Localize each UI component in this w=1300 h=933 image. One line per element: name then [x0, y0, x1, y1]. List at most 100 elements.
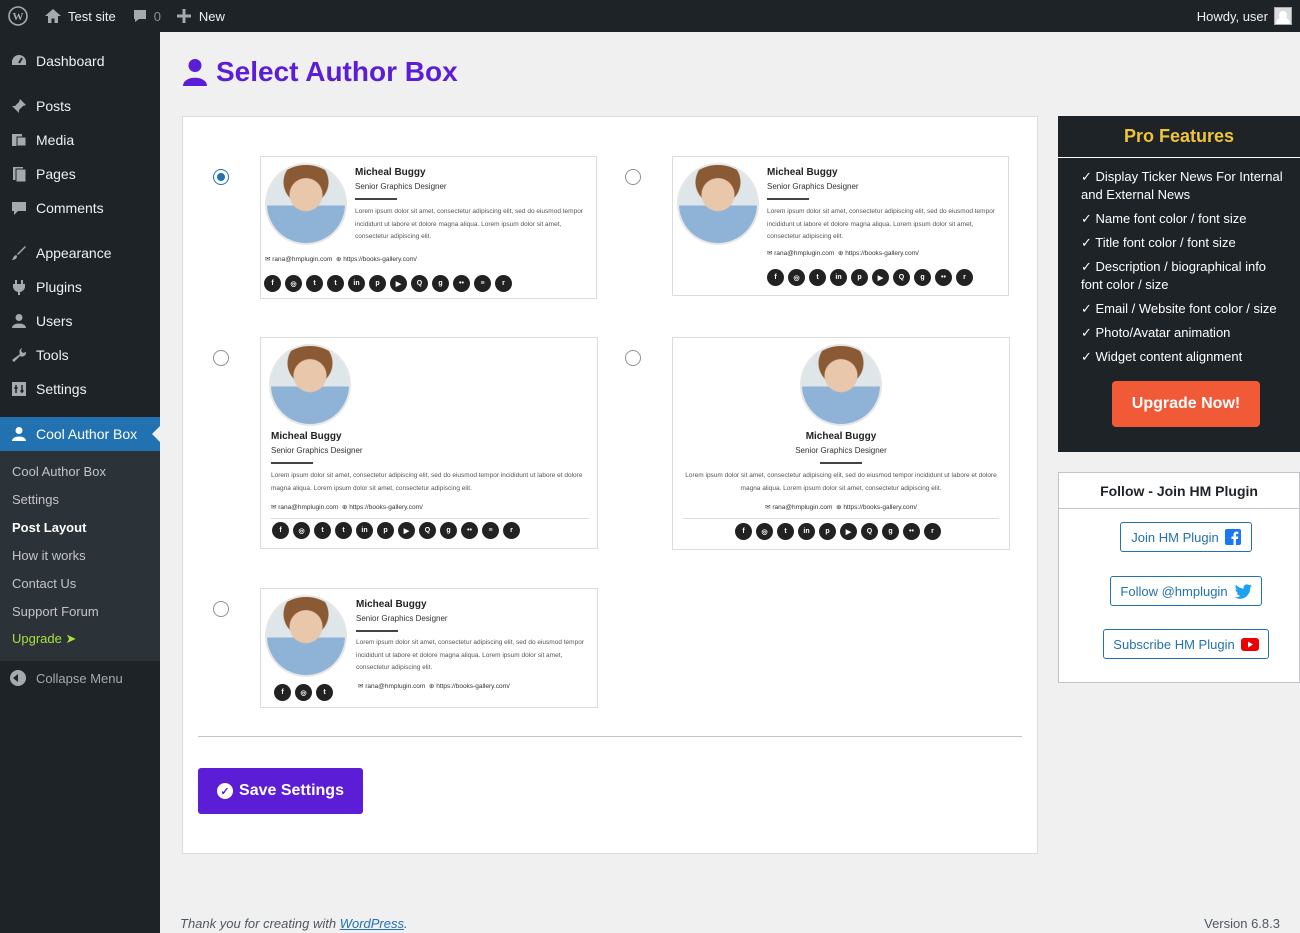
- new-label: New: [198, 8, 225, 24]
- youtube-icon: ▶: [398, 522, 415, 539]
- pro-feature-item: ✓ Widget content alignment: [1081, 349, 1243, 364]
- follow-title: Follow - Join HM Plugin: [1059, 473, 1299, 509]
- menu-posts[interactable]: Posts: [0, 89, 160, 123]
- author-email: ✉ rana@hmplugin.com: [765, 504, 833, 511]
- author-contact: ✉ rana@hmplugin.com ⊕ https://books-gall…: [358, 682, 510, 690]
- site-name-link[interactable]: Test site: [36, 0, 124, 32]
- twitter-icon: t: [306, 275, 323, 292]
- quora-icon: Q: [893, 269, 910, 286]
- author-name: Micheal Buggy: [355, 167, 426, 178]
- quora-icon: Q: [861, 523, 878, 540]
- author-description: Lorem ipsum dolor sit amet, consectetur …: [356, 639, 584, 671]
- layout-3-radio[interactable]: [213, 350, 229, 366]
- comments-link[interactable]: 0: [124, 0, 169, 32]
- author-role: Senior Graphics Designer: [767, 182, 859, 191]
- instagram-icon: ◎: [293, 522, 310, 539]
- author-email: ✉ rana@hmplugin.com: [271, 504, 339, 511]
- linkedin-icon: in: [830, 269, 847, 286]
- author-contact: ✉ rana@hmplugin.com ⊕ https://books-gall…: [767, 249, 919, 257]
- menu-appearance[interactable]: Appearance: [0, 236, 160, 270]
- quora-icon: Q: [411, 275, 428, 292]
- social-icons: f ◎ t t in p ▶ Qg •• ≡ r: [272, 522, 520, 539]
- wordpress-icon: W: [8, 6, 28, 26]
- twitter-icon: t: [809, 269, 826, 286]
- pro-features-list: ✓ Display Ticker News For Internal and E…: [1058, 158, 1300, 366]
- layout-2-preview[interactable]: Micheal Buggy Senior Graphics Designer L…: [672, 156, 1009, 296]
- layout-1-radio[interactable]: [213, 169, 229, 185]
- collapse-menu-button[interactable]: Collapse Menu: [0, 661, 160, 695]
- menu-cool-author-box[interactable]: Cool Author Box: [0, 417, 160, 451]
- social-icons: f ◎ t t in p ▶ Qg •• ≡ r: [264, 275, 512, 292]
- submenu-contact-us[interactable]: Contact Us: [0, 569, 160, 597]
- submenu-how-it-works[interactable]: How it works: [0, 541, 160, 569]
- layout-2-radio[interactable]: [625, 169, 641, 185]
- facebook-icon: f: [274, 684, 291, 701]
- flickr-icon: ••: [903, 523, 920, 540]
- page-title-text: Select Author Box: [216, 56, 458, 87]
- wordpress-link[interactable]: WordPress: [340, 916, 404, 931]
- pro-feature-item: ✓ Email / Website font color / size: [1081, 301, 1277, 316]
- separator: [683, 518, 999, 519]
- author-website: ⊕ https://books-gallery.com/: [836, 504, 917, 511]
- pro-feature-item: ✓ Description / biographical info font c…: [1081, 259, 1267, 292]
- save-settings-button[interactable]: ✓ Save Settings: [198, 768, 363, 814]
- pinterest-icon: p: [819, 523, 836, 540]
- stackoverflow-icon: ≡: [482, 522, 499, 539]
- author-photo: [677, 163, 759, 245]
- author-contact: ✉ rana@hmplugin.com ⊕ https://books-gall…: [271, 503, 423, 511]
- menu-dashboard[interactable]: Dashboard: [0, 44, 160, 78]
- page-title: Select Author Box: [182, 56, 458, 88]
- instagram-icon: ◎: [756, 523, 773, 540]
- author-website: ⊕ https://books-gallery.com/: [837, 250, 919, 257]
- submenu-settings[interactable]: Settings: [0, 485, 160, 513]
- subscribe-youtube-button[interactable]: Subscribe HM Plugin: [1103, 629, 1269, 659]
- author-name: Micheal Buggy: [767, 167, 838, 178]
- submenu-post-layout[interactable]: Post Layout: [0, 513, 160, 541]
- author-email: ✉ rana@hmplugin.com: [265, 256, 333, 263]
- menu-users[interactable]: Users: [0, 304, 160, 338]
- menu-plugins[interactable]: Plugins: [0, 270, 160, 304]
- upgrade-now-button[interactable]: Upgrade Now!: [1112, 381, 1260, 427]
- svg-text:W: W: [13, 11, 24, 23]
- submenu-upgrade[interactable]: Upgrade ➤: [0, 625, 160, 653]
- plus-icon: [176, 9, 191, 23]
- menu-comments[interactable]: Comments: [0, 191, 160, 225]
- github-icon: g: [440, 522, 457, 539]
- pro-features-box: Pro Features ✓ Display Ticker News For I…: [1058, 116, 1300, 452]
- layout-5-radio[interactable]: [213, 601, 229, 617]
- wp-logo-button[interactable]: W: [0, 0, 36, 32]
- facebook-icon: f: [767, 269, 784, 286]
- layout-5-preview[interactable]: Micheal Buggy Senior Graphics Designer L…: [260, 588, 598, 708]
- layout-3-preview[interactable]: Micheal Buggy Senior Graphics Designer L…: [260, 337, 598, 549]
- tumblr-icon: t: [327, 275, 344, 292]
- howdy-text: Howdy, user: [1196, 8, 1268, 24]
- my-account[interactable]: Howdy, user: [1197, 7, 1300, 25]
- author-name: Micheal Buggy: [805, 431, 877, 442]
- join-hm-plugin-button[interactable]: Join HM Plugin: [1120, 522, 1252, 552]
- author-description: Lorem ipsum dolor sit amet, consectetur …: [271, 472, 583, 492]
- menu-settings[interactable]: Settings: [0, 372, 160, 406]
- user-avatar: [1274, 7, 1292, 25]
- menu-tools[interactable]: Tools: [0, 338, 160, 372]
- name-underline: [767, 198, 809, 200]
- new-content-link[interactable]: New: [169, 0, 233, 32]
- footer-version: Version 6.8.3: [1204, 916, 1280, 931]
- layout-4-preview[interactable]: Micheal Buggy Senior Graphics Designer L…: [672, 337, 1010, 550]
- pages-icon: [10, 165, 28, 183]
- menu-pages[interactable]: Pages: [0, 157, 160, 191]
- social-icons: f ◎ t in p ▶ Qg •• r: [767, 269, 973, 286]
- layout-4-radio[interactable]: [625, 350, 641, 366]
- name-underline: [355, 198, 397, 200]
- author-photo: [265, 595, 347, 677]
- save-settings-label: Save Settings: [239, 782, 344, 799]
- follow-twitter-button[interactable]: Follow @hmplugin: [1110, 576, 1262, 606]
- author-description: Lorem ipsum dolor sit amet, consectetur …: [767, 208, 995, 240]
- name-underline: [271, 462, 313, 464]
- wrench-icon: [10, 346, 28, 364]
- submenu-cool-author-box[interactable]: Cool Author Box: [0, 457, 160, 485]
- stackoverflow-icon: ≡: [474, 275, 491, 292]
- menu-media[interactable]: Media: [0, 123, 160, 157]
- layout-1-preview[interactable]: Micheal Buggy Senior Graphics Designer L…: [260, 156, 597, 299]
- flickr-icon: ••: [935, 269, 952, 286]
- submenu-support-forum[interactable]: Support Forum: [0, 597, 160, 625]
